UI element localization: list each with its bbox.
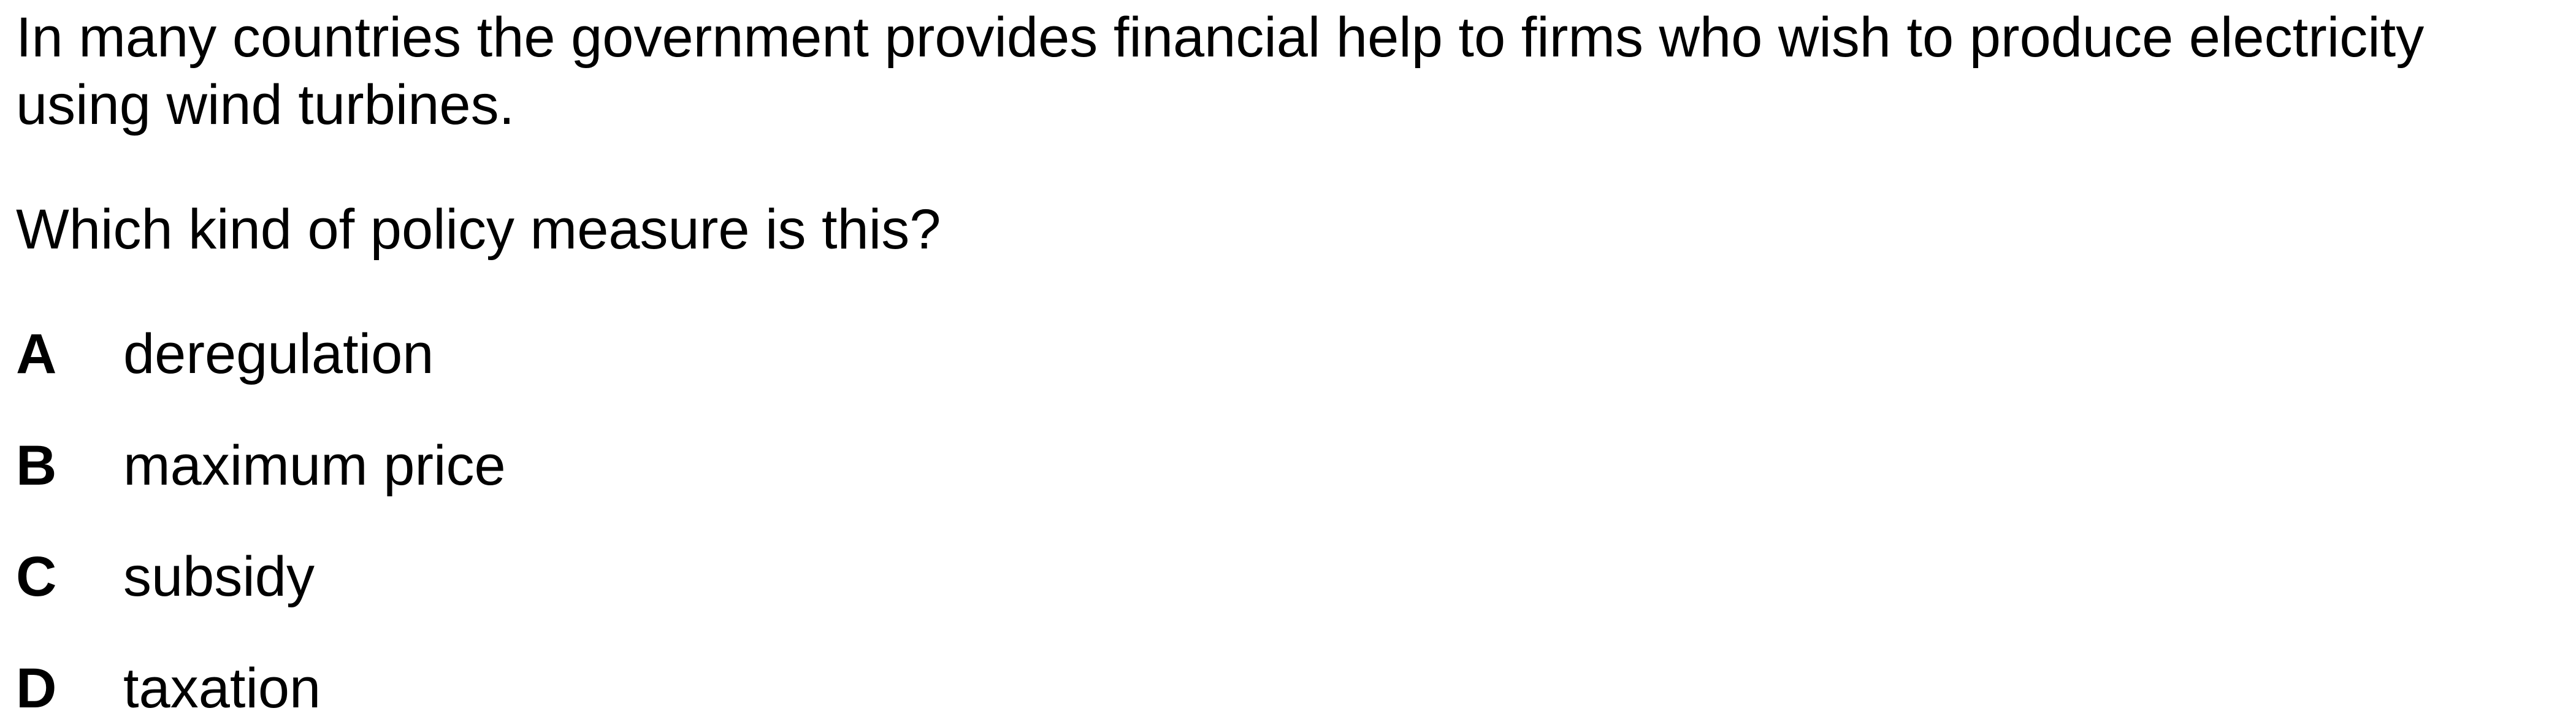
option-letter: B bbox=[16, 434, 57, 497]
option-letter: A bbox=[16, 323, 57, 385]
question-page: In many countries the government provide… bbox=[0, 0, 2576, 727]
option-text: taxation bbox=[123, 657, 321, 720]
option-text: maximum price bbox=[123, 434, 506, 497]
option-d[interactable]: D taxation bbox=[16, 655, 321, 722]
option-a[interactable]: A deregulation bbox=[16, 320, 434, 388]
option-text: deregulation bbox=[123, 323, 434, 385]
option-letter: D bbox=[16, 657, 57, 720]
question-stem: In many countries the government provide… bbox=[16, 6, 2425, 136]
option-b[interactable]: B maximum price bbox=[16, 432, 506, 499]
option-text: subsidy bbox=[123, 545, 315, 608]
question-prompt: Which kind of policy measure is this? bbox=[16, 198, 941, 261]
option-c[interactable]: C subsidy bbox=[16, 543, 315, 610]
option-letter: C bbox=[16, 545, 57, 608]
